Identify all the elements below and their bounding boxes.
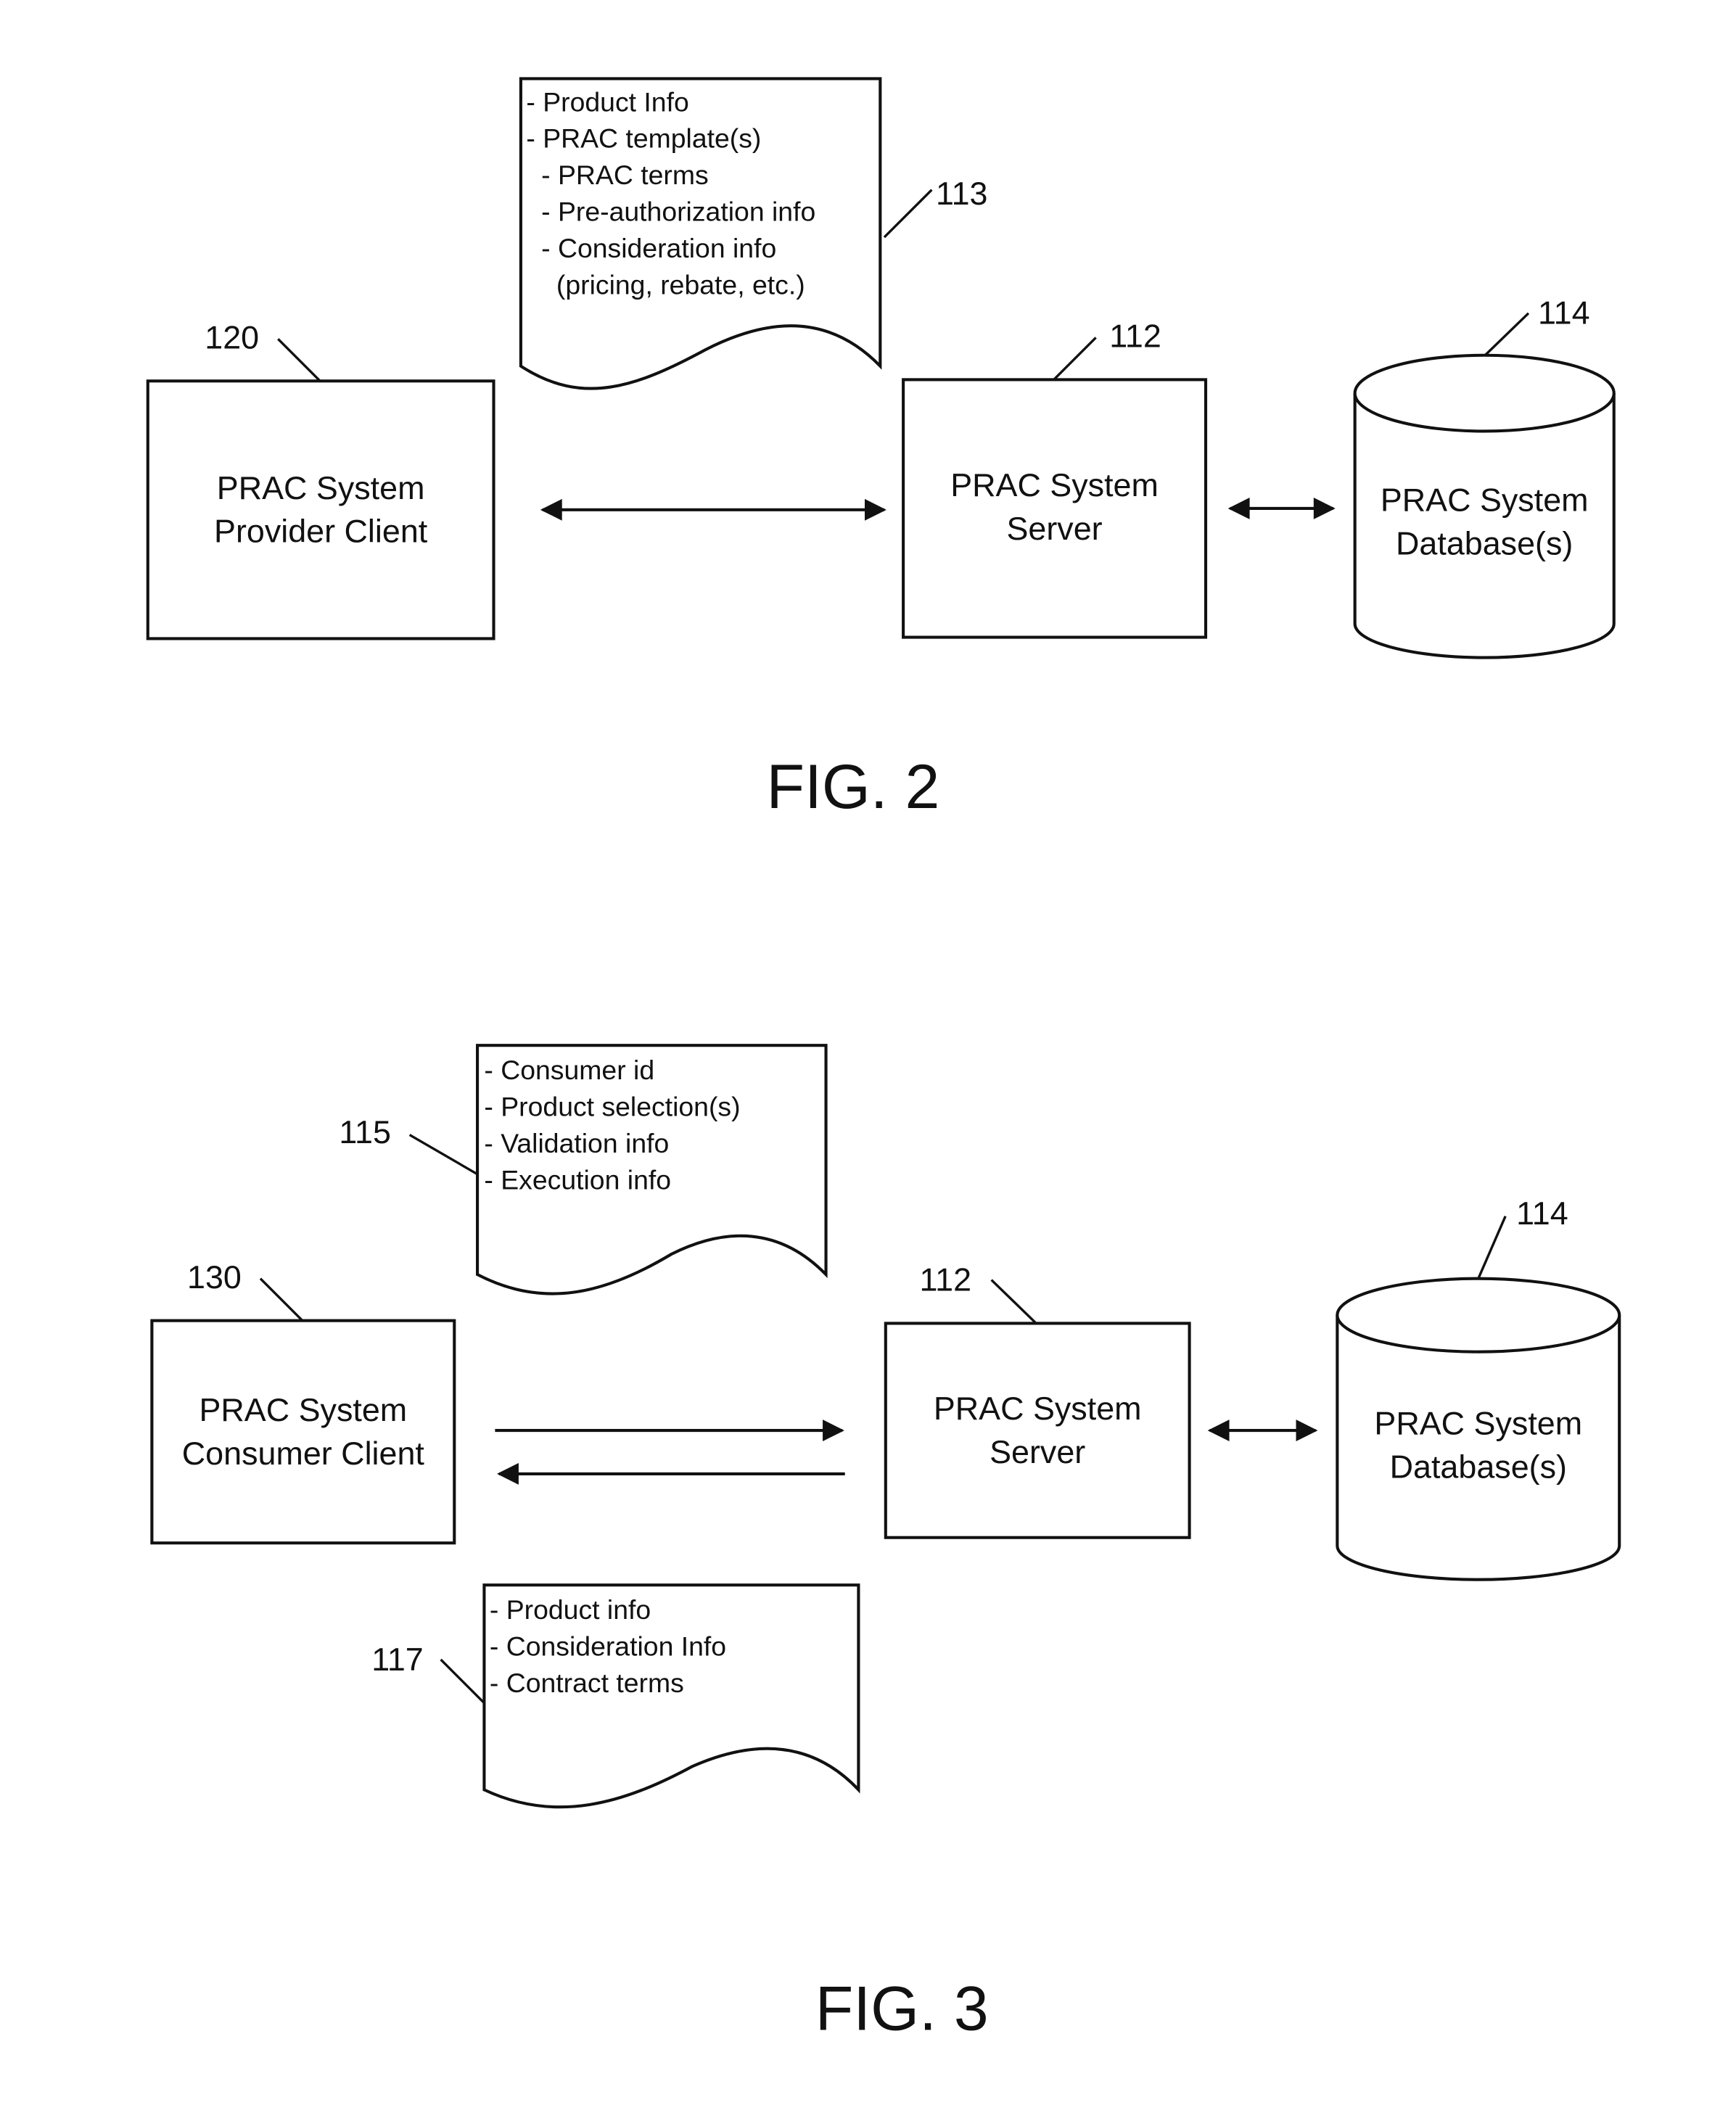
fig3-document-115: - Consumer id - Product selection(s) - V… (339, 1044, 828, 1295)
leader-line (440, 1658, 485, 1704)
fig2-provider-client-box: PRAC System Provider Client 120 (146, 318, 495, 640)
box-label-line1: PRAC System (199, 1391, 407, 1428)
fig2-document-113: - Product Info - PRAC template(s) - PRAC… (519, 77, 988, 390)
figure-caption: FIG. 3 (815, 1974, 989, 2043)
doc-line: - Product info (490, 1594, 651, 1625)
box-label-line1: PRAC System (217, 469, 425, 506)
doc-line: (pricing, rebate, etc.) (526, 270, 805, 300)
leader-line (277, 338, 321, 382)
box-label-line2: Provider Client (214, 513, 428, 550)
reference-numeral: 117 (371, 1641, 424, 1678)
leader-line (1484, 312, 1530, 356)
cylinder-body (1336, 1315, 1621, 1581)
doc-line: - Execution info (484, 1164, 671, 1195)
leader-line (990, 1279, 1037, 1324)
reference-numeral: 130 (187, 1258, 242, 1295)
fig2-server-box: PRAC System Server 112 (902, 318, 1208, 639)
cylinder-top (1336, 1277, 1621, 1354)
doc-line: - PRAC template(s) (526, 123, 761, 154)
reference-numeral: 115 (339, 1113, 391, 1150)
box-shape (146, 379, 495, 640)
box-shape (902, 378, 1208, 639)
figure-2: - Product Info - PRAC template(s) - PRAC… (146, 77, 1616, 822)
doc-line: - PRAC terms (526, 160, 708, 190)
leader-line (883, 189, 933, 239)
box-label-line2: Consumer Client (182, 1435, 425, 1472)
reference-numeral: 112 (1109, 318, 1161, 355)
box-shape (150, 1319, 456, 1545)
box-label-line1: PRAC System (950, 466, 1159, 503)
doc-line: - Validation info (484, 1128, 669, 1158)
reference-numeral: 114 (1516, 1195, 1568, 1232)
doc-line: - Consumer id (484, 1055, 654, 1085)
reference-numeral: 113 (936, 175, 988, 212)
fig3-document-117: - Product info - Consideration Info - Co… (371, 1583, 860, 1809)
patent-figures-canvas: - Product Info - PRAC template(s) - PRAC… (146, 77, 1621, 2043)
fig2-database-cylinder: PRAC System Database(s) 114 (1353, 294, 1616, 659)
leader-line (1477, 1216, 1507, 1280)
box-label-line2: Server (1006, 510, 1102, 547)
cylinder-label-line2: Database(s) (1396, 525, 1573, 562)
leader-line (259, 1277, 304, 1322)
box-label-line2: Server (990, 1433, 1085, 1470)
doc-line: - Consideration Info (490, 1631, 726, 1661)
box-shape (884, 1322, 1191, 1539)
reference-numeral: 112 (920, 1261, 972, 1298)
cylinder-label-line2: Database(s) (1390, 1448, 1567, 1485)
reference-numeral: 120 (205, 318, 259, 355)
box-label-line1: PRAC System (934, 1390, 1142, 1427)
doc-line: - Product Info (526, 86, 688, 117)
doc-line: - Pre-authorization info (526, 197, 815, 227)
fig3-database-cylinder: PRAC System Database(s) 114 (1336, 1195, 1621, 1581)
doc-line: - Consideration info (526, 233, 776, 263)
cylinder-label-line1: PRAC System (1374, 1405, 1582, 1442)
fig3-server-box: PRAC System Server 112 (884, 1261, 1191, 1539)
cylinder-label-line1: PRAC System (1381, 482, 1589, 519)
figure-caption: FIG. 2 (766, 752, 939, 822)
fig3-consumer-client-box: PRAC System Consumer Client 130 (150, 1258, 456, 1545)
doc-line: - Contract terms (490, 1668, 684, 1698)
leader-line (1053, 337, 1097, 381)
figure-3: - Consumer id - Product selection(s) - V… (150, 1044, 1621, 2043)
reference-numeral: 114 (1538, 294, 1590, 331)
doc-line: - Product selection(s) (484, 1091, 740, 1121)
cylinder-top (1353, 353, 1616, 433)
leader-line (408, 1134, 478, 1176)
